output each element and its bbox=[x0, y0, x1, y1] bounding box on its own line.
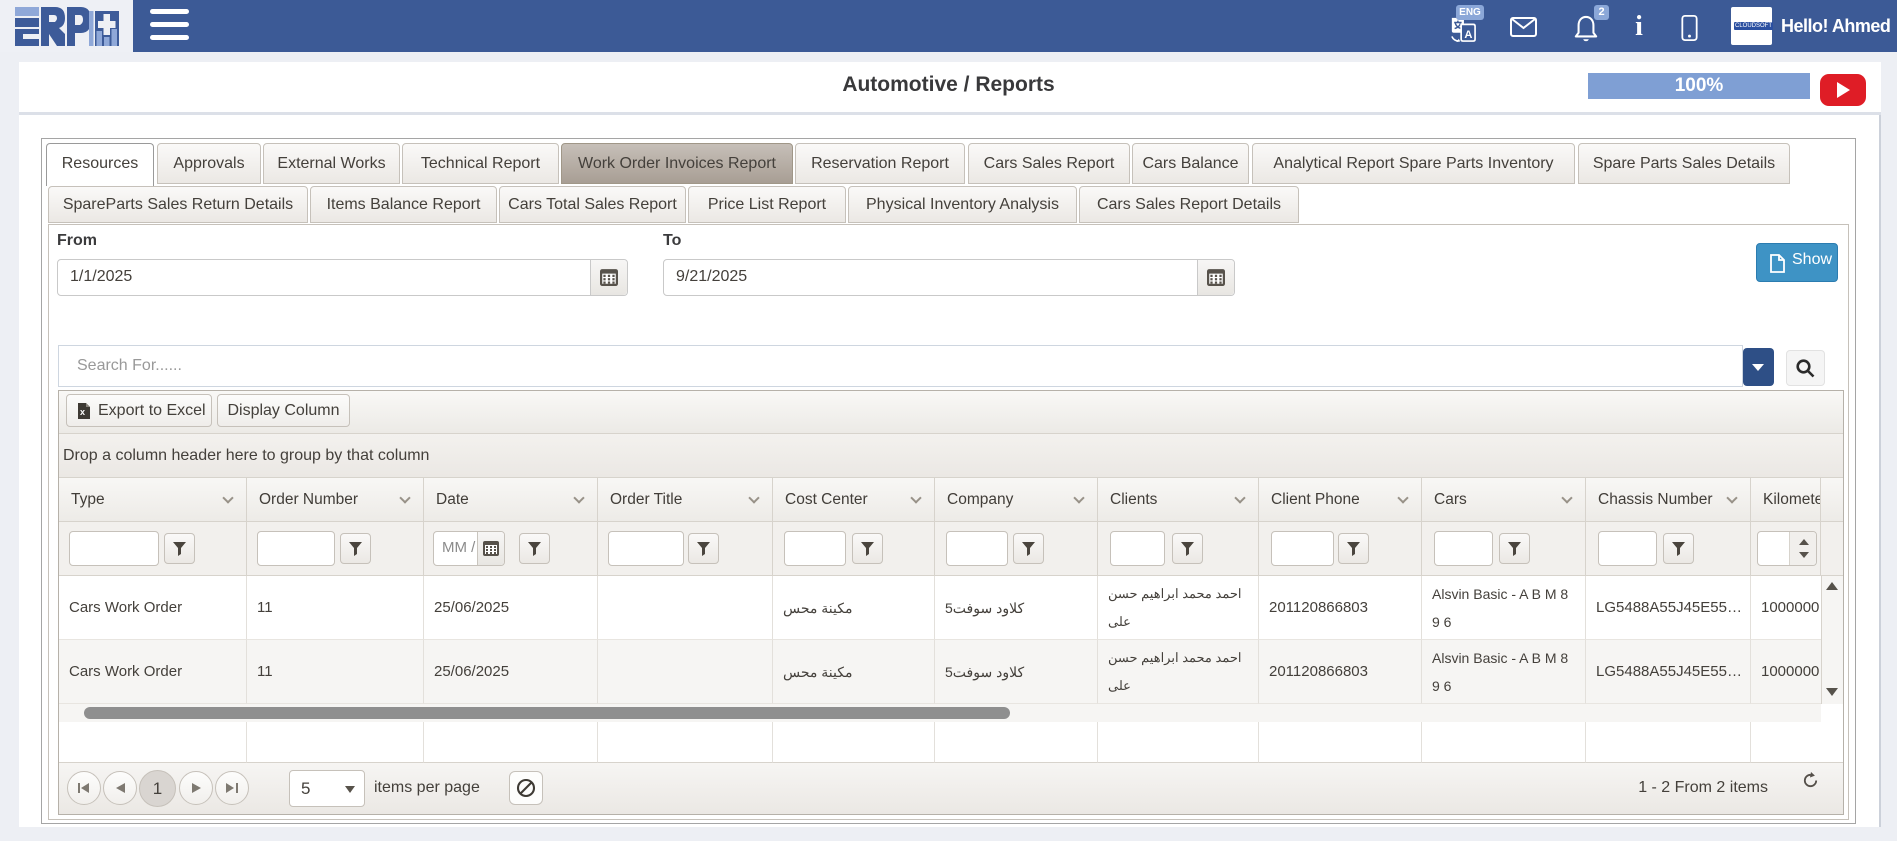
svg-text:x: x bbox=[80, 407, 85, 417]
svg-text:A: A bbox=[1464, 29, 1472, 41]
